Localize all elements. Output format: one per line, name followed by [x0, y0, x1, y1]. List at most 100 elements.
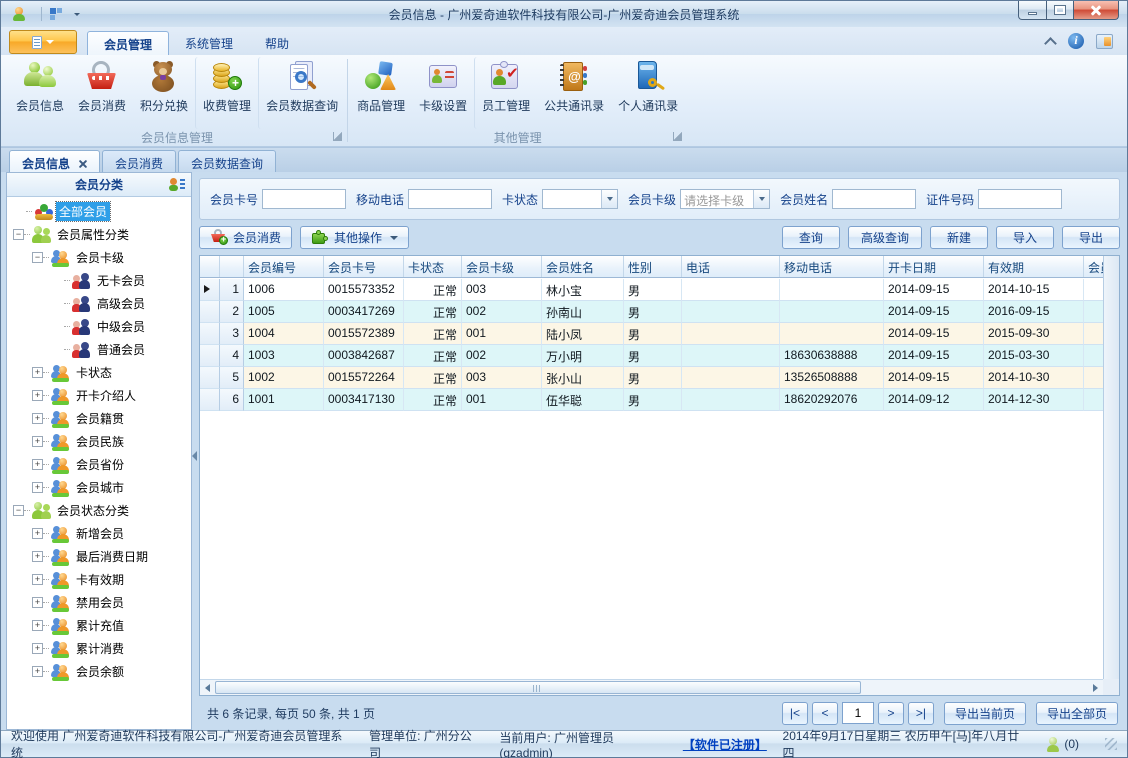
last-page-button[interactable]: >|	[907, 701, 934, 725]
ribbon-button-teddy[interactable]: 积分兑换	[133, 57, 195, 129]
tree-item-member-balance[interactable]: + 会员余额	[7, 660, 191, 683]
tree-expand-icon[interactable]: +	[32, 666, 43, 677]
tree-item-card-introducer[interactable]: + 开卡介绍人	[7, 384, 191, 407]
collapse-ribbon-icon[interactable]	[1044, 36, 1056, 46]
page-number-input[interactable]	[841, 702, 874, 724]
advanced-search-button[interactable]: 高级查询	[847, 226, 922, 249]
tree-expand-icon[interactable]: +	[32, 482, 43, 493]
tree-expand-icon[interactable]: +	[32, 620, 43, 631]
tree-item-member-card-level[interactable]: − 会员卡级	[7, 246, 191, 269]
dialog-launcher-icon[interactable]	[333, 132, 343, 141]
tree-item-card-status[interactable]: + 卡状态	[7, 361, 191, 384]
card-level-select[interactable]: 请选择卡级	[680, 189, 771, 209]
close-tab-icon[interactable]	[78, 159, 87, 168]
tree-item-member-ethnicity[interactable]: + 会员民族	[7, 430, 191, 453]
ribbon-tab-help[interactable]: 帮助	[249, 31, 305, 55]
card-number-input[interactable]	[262, 189, 347, 209]
grid-row[interactable]: 3 1004 0015572389 正常 001 陆小凤男 2014-09-15 2015-0…	[200, 323, 1103, 345]
ribbon-button-addressbook[interactable]: @ 公共通讯录	[537, 57, 611, 129]
ribbon-button-doc-search[interactable]: 会员数据查询	[258, 57, 345, 129]
license-registered-link[interactable]: 【软件已注册】	[683, 736, 767, 753]
export-current-page-button[interactable]: 导出当前页	[943, 701, 1026, 725]
dialog-launcher-icon[interactable]	[673, 132, 683, 141]
tree-item-member-birthplace[interactable]: + 会员籍贯	[7, 407, 191, 430]
grid-header-card-status[interactable]: 卡状态	[404, 256, 462, 277]
grid-header-gender[interactable]: 性别	[624, 256, 682, 277]
grid-header-phone[interactable]: 电话	[682, 256, 780, 277]
row-indicator-header[interactable]	[200, 256, 220, 277]
scroll-right-icon[interactable]	[1088, 680, 1103, 695]
horizontal-scrollbar[interactable]	[200, 679, 1103, 695]
tree-item-senior-member[interactable]: 高级会员	[7, 292, 191, 315]
vertical-scrollbar[interactable]	[1103, 256, 1119, 679]
tree-item-last-consume-date[interactable]: + 最后消费日期	[7, 545, 191, 568]
grid-header-open-date[interactable]: 开卡日期	[884, 256, 984, 277]
member-list-icon[interactable]	[169, 177, 185, 192]
tree-item-disabled-members[interactable]: + 禁用会员	[7, 591, 191, 614]
tree-collapse-icon[interactable]: −	[32, 252, 43, 263]
id-number-input[interactable]	[978, 189, 1063, 209]
grid-row[interactable]: 1 1006 0015573352 正常 003 林小宝男 2014-09-15 2014-1…	[200, 279, 1103, 301]
first-page-button[interactable]: |<	[781, 701, 808, 725]
tree-expand-icon[interactable]: +	[32, 459, 43, 470]
ribbon-button-basket[interactable]: 会员消费	[71, 57, 133, 129]
tree-expand-icon[interactable]: +	[32, 643, 43, 654]
chevron-down-icon[interactable]	[753, 190, 770, 208]
tree-expand-icon[interactable]: +	[32, 597, 43, 608]
about-info-icon[interactable]: i	[1068, 33, 1084, 49]
grid-header-member-name[interactable]: 会员姓名	[542, 256, 624, 277]
minimize-button[interactable]	[1018, 1, 1047, 20]
tree-expand-icon[interactable]: +	[32, 436, 43, 447]
grid-row[interactable]: 6 1001 0003417130 正常 001 伍华聪男 18620292076 2014-…	[200, 389, 1103, 411]
search-button[interactable]: 查询	[781, 226, 840, 249]
mobile-phone-input[interactable]	[408, 189, 493, 209]
doc-tab-member-data-query[interactable]: 会员数据查询	[178, 150, 277, 172]
doc-tab-member-info[interactable]: 会员信息	[9, 150, 101, 172]
ribbon-button-shapes[interactable]: 商品管理	[350, 57, 412, 129]
resize-grip[interactable]	[1105, 738, 1117, 750]
tree-expand-icon[interactable]: +	[32, 574, 43, 585]
tree-item-new-members[interactable]: + 新增会员	[7, 522, 191, 545]
ribbon-button-bluebook[interactable]: 个人通讯录	[611, 57, 685, 129]
tree-item-member-attribute-category[interactable]: − 会员属性分类	[7, 223, 191, 246]
tree-item-regular-member[interactable]: 普通会员	[7, 338, 191, 361]
tree-item-total-consume[interactable]: + 累计消费	[7, 637, 191, 660]
next-page-button[interactable]: >	[877, 701, 904, 725]
tree-item-card-validity[interactable]: + 卡有效期	[7, 568, 191, 591]
tree-item-member-status-category[interactable]: − 会员状态分类	[7, 499, 191, 522]
tree-expand-icon[interactable]: +	[32, 413, 43, 424]
ribbon-button-coins[interactable]: + 收费管理	[195, 57, 258, 129]
grid-row[interactable]: 5 1002 0015572264 正常 003 张小山男 13526508888 2014-…	[200, 367, 1103, 389]
ribbon-button-members[interactable]: 会员信息	[9, 57, 71, 129]
messenger-icon[interactable]	[1046, 736, 1060, 752]
tree-item-total-recharge[interactable]: + 累计充值	[7, 614, 191, 637]
prev-page-button[interactable]: <	[811, 701, 838, 725]
grid-header-card-number[interactable]: 会员卡号	[324, 256, 404, 277]
tree-collapse-icon[interactable]: −	[13, 505, 24, 516]
row-number-header[interactable]	[220, 256, 244, 277]
tree-item-intermediate-member[interactable]: 中级会员	[7, 315, 191, 338]
member-consume-button[interactable]: + 会员消费	[199, 226, 293, 249]
tree-expand-icon[interactable]: +	[32, 390, 43, 401]
tree-item-no-card-member[interactable]: 无卡会员	[7, 269, 191, 292]
export-all-pages-button[interactable]: 导出全部页	[1035, 701, 1118, 725]
ribbon-tab-system-management[interactable]: 系统管理	[169, 31, 249, 55]
ribbon-button-staff[interactable]: ✔ 员工管理	[474, 57, 537, 129]
export-button[interactable]: 导出	[1061, 226, 1120, 249]
tree-item-all-members[interactable]: 全部会员	[7, 200, 191, 223]
maximize-button[interactable]	[1047, 1, 1074, 20]
sidebar-splitter[interactable]	[192, 172, 197, 730]
member-name-input[interactable]	[832, 189, 917, 209]
tree-item-member-province[interactable]: + 会员省份	[7, 453, 191, 476]
scroll-left-icon[interactable]	[200, 680, 215, 695]
ribbon-tab-member-management[interactable]: 会员管理	[87, 31, 170, 55]
grid-header-member-extra[interactable]: 会员	[1084, 256, 1103, 277]
grid-header-card-level[interactable]: 会员卡级	[462, 256, 542, 277]
other-operations-button[interactable]: 其他操作	[300, 226, 410, 249]
tree-expand-icon[interactable]: +	[32, 551, 43, 562]
grid-row[interactable]: 4 1003 0003842687 正常 002 万小明男 18630638888 2014-…	[200, 345, 1103, 367]
grid-row[interactable]: 2 1005 0003417269 正常 002 孙南山男 2014-09-15 2016-0…	[200, 301, 1103, 323]
grid-header-valid-until[interactable]: 有效期	[984, 256, 1084, 277]
tree-collapse-icon[interactable]: −	[13, 229, 24, 240]
doc-tab-member-consume[interactable]: 会员消费	[102, 150, 177, 172]
